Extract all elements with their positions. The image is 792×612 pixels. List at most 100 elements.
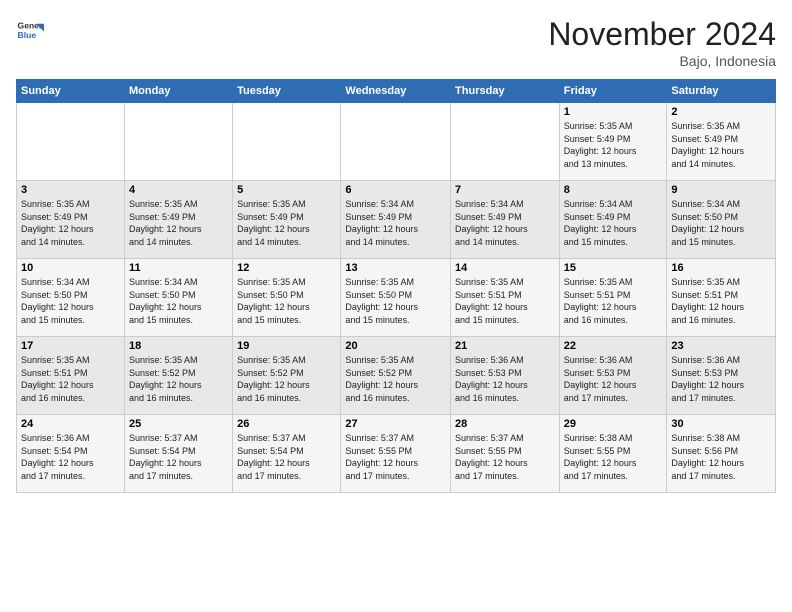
calendar-week-2: 3 Sunrise: 5:35 AM Sunset: 5:49 PM Daylig… (17, 181, 776, 259)
day-info: Sunrise: 5:35 AM Sunset: 5:50 PM Dayligh… (345, 276, 446, 326)
weekday-header-monday: Monday (124, 80, 232, 103)
calendar-cell: 10 Sunrise: 5:34 AM Sunset: 5:50 PM Dayli… (17, 259, 125, 337)
day-number: 10 (21, 262, 120, 274)
day-info: Sunrise: 5:35 AM Sunset: 5:52 PM Dayligh… (129, 354, 228, 404)
day-number: 25 (129, 418, 228, 430)
day-info: Sunrise: 5:35 AM Sunset: 5:50 PM Dayligh… (237, 276, 336, 326)
day-info: Sunrise: 5:36 AM Sunset: 5:54 PM Dayligh… (21, 432, 120, 482)
day-info: Sunrise: 5:37 AM Sunset: 5:55 PM Dayligh… (345, 432, 446, 482)
calendar-body: 1 Sunrise: 5:35 AM Sunset: 5:49 PM Daylig… (17, 103, 776, 493)
calendar-cell: 2 Sunrise: 5:35 AM Sunset: 5:49 PM Daylig… (667, 103, 776, 181)
day-info: Sunrise: 5:34 AM Sunset: 5:50 PM Dayligh… (671, 198, 771, 248)
calendar-cell: 5 Sunrise: 5:35 AM Sunset: 5:49 PM Daylig… (233, 181, 341, 259)
logo: General Blue (16, 16, 44, 44)
day-info: Sunrise: 5:34 AM Sunset: 5:50 PM Dayligh… (21, 276, 120, 326)
day-number: 24 (21, 418, 120, 430)
day-info: Sunrise: 5:34 AM Sunset: 5:50 PM Dayligh… (129, 276, 228, 326)
day-number: 4 (129, 184, 228, 196)
calendar-cell: 7Sunrise: 5:34 AM Sunset: 5:49 PM Daylig… (451, 181, 560, 259)
day-number: 1 (564, 106, 663, 118)
calendar-week-4: 17 Sunrise: 5:35 AM Sunset: 5:51 PM Dayli… (17, 337, 776, 415)
day-info: Sunrise: 5:36 AM Sunset: 5:53 PM Dayligh… (671, 354, 771, 404)
calendar-cell: 3Sunrise: 5:35 AM Sunset: 5:49 PM Daylig… (17, 181, 125, 259)
day-info: Sunrise: 5:35 AM Sunset: 5:49 PM Dayligh… (671, 120, 771, 170)
calendar-cell: 6Sunrise: 5:34 AM Sunset: 5:49 PM Daylig… (341, 181, 451, 259)
calendar-cell: 27 Sunrise: 5:37 AM Sunset: 5:55 PM Dayli… (341, 415, 451, 493)
calendar-week-5: 24 Sunrise: 5:36 AM Sunset: 5:54 PM Dayli… (17, 415, 776, 493)
calendar-week-1: 1 Sunrise: 5:35 AM Sunset: 5:49 PM Daylig… (17, 103, 776, 181)
calendar-cell (233, 103, 341, 181)
calendar-table: SundayMondayTuesdayWednesdayThursdayFrid… (16, 79, 776, 493)
day-number: 28 (455, 418, 555, 430)
calendar-cell: 13 Sunrise: 5:35 AM Sunset: 5:50 PM Dayli… (341, 259, 451, 337)
calendar-cell: 18Sunrise: 5:35 AM Sunset: 5:52 PM Dayli… (124, 337, 232, 415)
calendar-cell: 28 Sunrise: 5:37 AM Sunset: 5:55 PM Dayli… (451, 415, 560, 493)
calendar-cell: 14Sunrise: 5:35 AM Sunset: 5:51 PM Dayli… (451, 259, 560, 337)
logo-icon: General Blue (16, 16, 44, 44)
day-number: 21 (455, 340, 555, 352)
day-number: 22 (564, 340, 663, 352)
title-block: November 2024 Bajo, Indonesia (548, 16, 776, 69)
day-info: Sunrise: 5:34 AM Sunset: 5:49 PM Dayligh… (455, 198, 555, 248)
day-number: 12 (237, 262, 336, 274)
day-info: Sunrise: 5:36 AM Sunset: 5:53 PM Dayligh… (564, 354, 663, 404)
calendar-cell: 1 Sunrise: 5:35 AM Sunset: 5:49 PM Daylig… (559, 103, 667, 181)
day-number: 15 (564, 262, 663, 274)
calendar-week-3: 10 Sunrise: 5:34 AM Sunset: 5:50 PM Dayli… (17, 259, 776, 337)
day-info: Sunrise: 5:35 AM Sunset: 5:49 PM Dayligh… (129, 198, 228, 248)
svg-text:Blue: Blue (18, 30, 37, 40)
day-number: 16 (671, 262, 771, 274)
weekday-header-row: SundayMondayTuesdayWednesdayThursdayFrid… (17, 80, 776, 103)
day-number: 2 (671, 106, 771, 118)
day-info: Sunrise: 5:35 AM Sunset: 5:52 PM Dayligh… (345, 354, 446, 404)
calendar-cell: 11 Sunrise: 5:34 AM Sunset: 5:50 PM Dayli… (124, 259, 232, 337)
location: Bajo, Indonesia (548, 53, 776, 69)
weekday-header-wednesday: Wednesday (341, 80, 451, 103)
weekday-header-sunday: Sunday (17, 80, 125, 103)
day-info: Sunrise: 5:37 AM Sunset: 5:55 PM Dayligh… (455, 432, 555, 482)
day-info: Sunrise: 5:35 AM Sunset: 5:51 PM Dayligh… (564, 276, 663, 326)
calendar-cell: 15 Sunrise: 5:35 AM Sunset: 5:51 PM Dayli… (559, 259, 667, 337)
day-info: Sunrise: 5:34 AM Sunset: 5:49 PM Dayligh… (345, 198, 446, 248)
day-number: 30 (671, 418, 771, 430)
weekday-header-friday: Friday (559, 80, 667, 103)
day-number: 9 (671, 184, 771, 196)
day-number: 23 (671, 340, 771, 352)
day-info: Sunrise: 5:36 AM Sunset: 5:53 PM Dayligh… (455, 354, 555, 404)
day-number: 17 (21, 340, 120, 352)
day-info: Sunrise: 5:35 AM Sunset: 5:49 PM Dayligh… (237, 198, 336, 248)
calendar-cell: 8 Sunrise: 5:34 AM Sunset: 5:49 PM Daylig… (559, 181, 667, 259)
calendar-cell: 26Sunrise: 5:37 AM Sunset: 5:54 PM Dayli… (233, 415, 341, 493)
day-number: 19 (237, 340, 336, 352)
calendar-cell: 20 Sunrise: 5:35 AM Sunset: 5:52 PM Dayli… (341, 337, 451, 415)
calendar-cell: 23 Sunrise: 5:36 AM Sunset: 5:53 PM Dayli… (667, 337, 776, 415)
calendar-cell: 29 Sunrise: 5:38 AM Sunset: 5:55 PM Dayli… (559, 415, 667, 493)
day-number: 11 (129, 262, 228, 274)
weekday-header-thursday: Thursday (451, 80, 560, 103)
day-number: 8 (564, 184, 663, 196)
calendar-cell (17, 103, 125, 181)
calendar-cell: 19 Sunrise: 5:35 AM Sunset: 5:52 PM Dayli… (233, 337, 341, 415)
calendar-cell (451, 103, 560, 181)
day-info: Sunrise: 5:35 AM Sunset: 5:49 PM Dayligh… (564, 120, 663, 170)
day-number: 20 (345, 340, 446, 352)
day-info: Sunrise: 5:37 AM Sunset: 5:54 PM Dayligh… (237, 432, 336, 482)
day-number: 13 (345, 262, 446, 274)
day-info: Sunrise: 5:38 AM Sunset: 5:56 PM Dayligh… (671, 432, 771, 482)
calendar-cell: 25 Sunrise: 5:37 AM Sunset: 5:54 PM Dayli… (124, 415, 232, 493)
calendar-cell: 9 Sunrise: 5:34 AM Sunset: 5:50 PM Daylig… (667, 181, 776, 259)
day-info: Sunrise: 5:37 AM Sunset: 5:54 PM Dayligh… (129, 432, 228, 482)
page-header: General Blue November 2024 Bajo, Indones… (16, 16, 776, 69)
calendar-cell: 22 Sunrise: 5:36 AM Sunset: 5:53 PM Dayli… (559, 337, 667, 415)
day-number: 3 (21, 184, 120, 196)
day-info: Sunrise: 5:38 AM Sunset: 5:55 PM Dayligh… (564, 432, 663, 482)
calendar-cell: 4 Sunrise: 5:35 AM Sunset: 5:49 PM Daylig… (124, 181, 232, 259)
day-info: Sunrise: 5:35 AM Sunset: 5:51 PM Dayligh… (455, 276, 555, 326)
day-number: 5 (237, 184, 336, 196)
calendar-cell (341, 103, 451, 181)
day-info: Sunrise: 5:35 AM Sunset: 5:51 PM Dayligh… (21, 354, 120, 404)
day-number: 29 (564, 418, 663, 430)
day-info: Sunrise: 5:35 AM Sunset: 5:52 PM Dayligh… (237, 354, 336, 404)
day-info: Sunrise: 5:34 AM Sunset: 5:49 PM Dayligh… (564, 198, 663, 248)
day-number: 27 (345, 418, 446, 430)
